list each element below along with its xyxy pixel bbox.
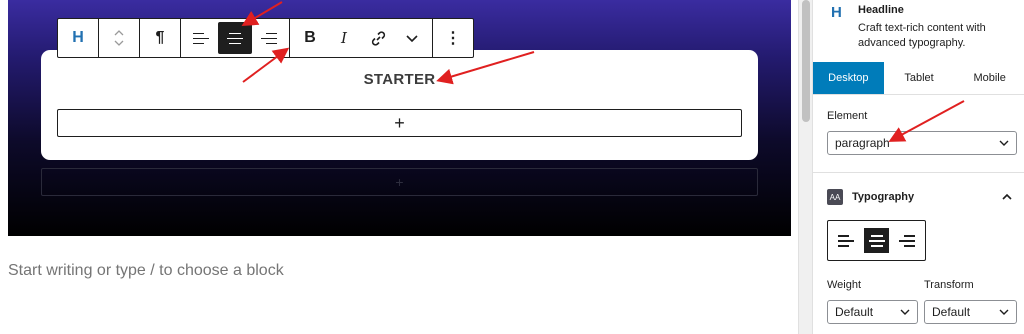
mover-group xyxy=(99,19,140,57)
block-switcher-group: H xyxy=(58,19,99,57)
transform-select-value: Default xyxy=(932,305,971,319)
bold-icon: B xyxy=(304,29,316,46)
panel-divider xyxy=(813,172,1024,173)
weight-label: Weight xyxy=(827,279,862,291)
up-down-chevron-icon[interactable] xyxy=(102,22,136,54)
link-icon xyxy=(371,30,385,46)
container-appender-button[interactable]: + xyxy=(41,168,758,196)
options-group: ⋮ xyxy=(433,19,473,57)
bold-button[interactable]: B xyxy=(293,22,327,54)
align-center-button[interactable] xyxy=(864,228,889,253)
align-center-icon xyxy=(227,32,243,45)
paragraph-element-button[interactable]: ¶ xyxy=(143,22,177,54)
align-right-button[interactable] xyxy=(895,228,920,253)
settings-sidebar: H Headline Craft text-rich content with … xyxy=(812,0,1024,334)
chevron-up-icon xyxy=(1002,193,1012,200)
align-left-icon xyxy=(838,234,854,247)
editor-canvas: STARTER + + Start writing or type / to c… xyxy=(0,0,798,334)
align-right-icon xyxy=(261,32,277,45)
block-toolbar: H ¶ B I ⋮ xyxy=(57,18,474,58)
element-label: Element xyxy=(827,110,868,122)
tab-desktop[interactable]: Desktop xyxy=(813,62,884,94)
headline-block-icon: H xyxy=(831,4,842,21)
typography-panel-toggle[interactable]: AA Typography xyxy=(827,187,1017,207)
align-right-icon xyxy=(899,234,915,247)
headline-block-icon[interactable]: H xyxy=(61,22,95,54)
block-options-button[interactable]: ⋮ xyxy=(436,22,470,54)
plus-icon: + xyxy=(394,112,405,133)
align-center-button[interactable] xyxy=(218,22,252,54)
weight-select-value: Default xyxy=(835,305,874,319)
alignment-group xyxy=(181,19,290,57)
element-select-value: paragraph xyxy=(835,136,890,150)
weight-select[interactable]: Default xyxy=(827,300,918,324)
italic-button[interactable]: I xyxy=(327,22,361,54)
plus-icon: + xyxy=(395,174,404,190)
editor-scrollbar-thumb[interactable] xyxy=(802,0,810,122)
element-group: ¶ xyxy=(140,19,181,57)
more-formats-button[interactable] xyxy=(395,22,429,54)
block-name: Headline xyxy=(858,4,904,16)
pricing-card[interactable]: STARTER + xyxy=(41,50,758,160)
kebab-menu-icon: ⋮ xyxy=(445,30,461,47)
device-tabs: Desktop Tablet Mobile xyxy=(813,62,1024,95)
align-left-icon xyxy=(193,32,209,45)
pilcrow-icon: ¶ xyxy=(155,29,165,46)
app-root: STARTER + + Start writing or type / to c… xyxy=(0,0,1024,334)
block-card: H Headline Craft text-rich content with … xyxy=(813,0,1024,62)
format-group: B I xyxy=(290,19,433,57)
align-left-button[interactable] xyxy=(834,228,859,253)
headline-text[interactable]: STARTER xyxy=(41,71,758,88)
text-alignment-control xyxy=(827,220,926,261)
chevron-down-icon xyxy=(999,309,1009,315)
link-button[interactable] xyxy=(361,22,395,54)
typography-title: Typography xyxy=(852,191,915,203)
block-description: Craft text-rich content with advanced ty… xyxy=(858,22,986,49)
chevron-down-icon xyxy=(999,140,1009,146)
transform-label: Transform xyxy=(924,279,974,291)
tab-mobile[interactable]: Mobile xyxy=(954,62,1024,94)
chevron-down-icon xyxy=(900,309,910,315)
block-appender-button[interactable]: + xyxy=(57,109,742,137)
tab-tablet[interactable]: Tablet xyxy=(884,62,955,94)
align-right-button[interactable] xyxy=(252,22,286,54)
align-center-icon xyxy=(868,234,885,247)
chevron-down-icon xyxy=(406,35,418,43)
element-select[interactable]: paragraph xyxy=(827,131,1017,155)
transform-select[interactable]: Default xyxy=(924,300,1017,324)
italic-icon: I xyxy=(341,29,347,47)
typography-icon: AA xyxy=(827,189,843,205)
default-block-placeholder[interactable]: Start writing or type / to choose a bloc… xyxy=(8,262,284,280)
align-left-button[interactable] xyxy=(184,22,218,54)
